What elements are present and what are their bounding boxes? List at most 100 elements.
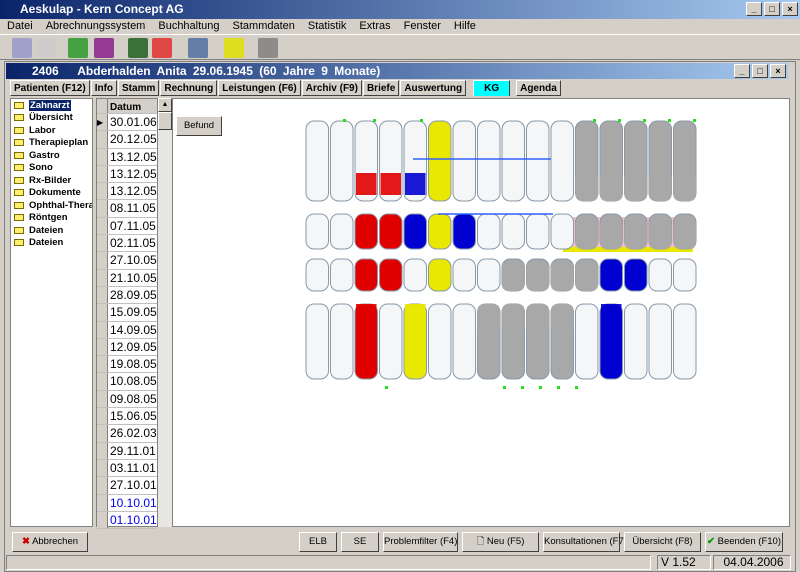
- beenden-button[interactable]: ✔ Beenden (F10): [705, 532, 783, 552]
- cancel-button[interactable]: ✖ Abbrechen: [12, 532, 88, 552]
- tooth-lower[interactable]: [575, 303, 599, 380]
- tree-item[interactable]: Rx-Bilder: [11, 174, 92, 187]
- tooth-upper[interactable]: [452, 120, 476, 202]
- tooth-lower[interactable]: [673, 303, 697, 380]
- scroll-up-button[interactable]: ▲: [158, 98, 172, 112]
- date-row[interactable]: 29.11.01: [97, 442, 157, 460]
- date-row[interactable]: 03.11.01: [97, 459, 157, 478]
- lock-icon[interactable]: [224, 38, 244, 58]
- elb-button[interactable]: ELB: [299, 532, 337, 552]
- menu-fenster[interactable]: Fenster: [397, 19, 447, 34]
- tree-item[interactable]: Zahnarzt: [11, 99, 92, 112]
- date-row[interactable]: 10.10.01: [97, 494, 157, 512]
- tooth-upper[interactable]: [550, 120, 574, 202]
- tooth-lower[interactable]: [452, 303, 476, 380]
- tab-info[interactable]: Info: [90, 80, 118, 96]
- tooth-lower[interactable]: [379, 303, 403, 380]
- minimize-button[interactable]: _: [746, 2, 762, 16]
- tree-item[interactable]: Übersicht: [11, 112, 92, 125]
- tooth-occlusal-lower[interactable]: [452, 258, 476, 292]
- date-scrollbar[interactable]: ▲: [158, 98, 172, 527]
- scroll-thumb[interactable]: [158, 112, 172, 130]
- tab-briefe[interactable]: Briefe: [362, 80, 400, 96]
- tab-archiv[interactable]: Archiv (F9): [301, 80, 362, 96]
- tree-item[interactable]: Dokumente: [11, 187, 92, 200]
- tooth-occlusal-lower[interactable]: [648, 258, 672, 292]
- save-icon[interactable]: [94, 38, 114, 58]
- dental-chart[interactable]: [173, 99, 791, 528]
- tooth-occlusal-upper[interactable]: [501, 213, 525, 250]
- tooth-occlusal-upper[interactable]: [305, 213, 329, 250]
- date-row[interactable]: 13.12.05: [97, 183, 157, 201]
- tooth-occlusal-lower[interactable]: [305, 258, 329, 292]
- close-button[interactable]: ×: [782, 2, 798, 16]
- inner-minimize-button[interactable]: _: [734, 64, 750, 78]
- inner-maximize-button[interactable]: □: [752, 64, 768, 78]
- tooth-occlusal-lower[interactable]: [330, 258, 354, 292]
- menu-extras[interactable]: Extras: [352, 19, 396, 34]
- se-button[interactable]: SE: [341, 532, 379, 552]
- inner-close-button[interactable]: ×: [770, 64, 786, 78]
- tree-item[interactable]: Dateien: [11, 224, 92, 237]
- tooth-upper[interactable]: [305, 120, 329, 202]
- tab-auswertung[interactable]: Auswertung: [400, 80, 467, 96]
- tooth-occlusal-upper[interactable]: [477, 213, 501, 250]
- date-row[interactable]: 15.09.05: [97, 304, 157, 322]
- tooth-occlusal-lower[interactable]: [403, 258, 427, 292]
- tree-item[interactable]: Labor: [11, 124, 92, 137]
- date-row[interactable]: 01.10.01: [97, 511, 157, 530]
- date-row[interactable]: 20.12.05: [97, 131, 157, 149]
- tooth-lower[interactable]: [330, 303, 354, 380]
- date-row[interactable]: ▶ 30.01.06: [97, 114, 157, 132]
- tooth-upper[interactable]: [501, 120, 525, 202]
- date-row[interactable]: 12.09.05: [97, 338, 157, 357]
- tooth-occlusal-upper[interactable]: [550, 213, 574, 250]
- date-header[interactable]: Datum: [97, 99, 157, 114]
- tooth-upper[interactable]: [330, 120, 354, 202]
- tooth-lower[interactable]: [624, 303, 648, 380]
- tooth-occlusal-upper[interactable]: [526, 213, 550, 250]
- tooth-upper[interactable]: [477, 120, 501, 202]
- date-row[interactable]: 10.08.05: [97, 373, 157, 391]
- money-icon[interactable]: [68, 38, 88, 58]
- barcode-icon[interactable]: [258, 38, 278, 58]
- tooth-occlusal-lower[interactable]: [673, 258, 697, 292]
- tab-rechnung[interactable]: Rechnung: [160, 80, 218, 96]
- edit-icon[interactable]: [12, 38, 32, 58]
- konsultationen-button[interactable]: Konsultationen (F7): [543, 532, 627, 552]
- date-row[interactable]: 15.06.05: [97, 408, 157, 426]
- tooth-lower[interactable]: [305, 303, 329, 380]
- tab-patienten[interactable]: Patienten (F12): [10, 80, 90, 96]
- tooth-occlusal-lower[interactable]: [477, 258, 501, 292]
- date-row[interactable]: 07.11.05: [97, 217, 157, 236]
- tree-item[interactable]: Therapieplan: [11, 137, 92, 150]
- tab-kg[interactable]: KG: [473, 80, 511, 96]
- fax-icon[interactable]: [188, 38, 208, 58]
- new-button[interactable]: 🗋 Neu (F5): [462, 532, 539, 552]
- tree-item[interactable]: Ophthal-Thera: [11, 199, 92, 212]
- uebersicht-button[interactable]: Übersicht (F8): [624, 532, 701, 552]
- tree-item[interactable]: Gastro: [11, 149, 92, 162]
- menu-datei[interactable]: Datei: [0, 19, 39, 34]
- date-list[interactable]: Datum ▶ 30.01.06 20.12.05 13.12.05 13.12.05 13…: [96, 98, 158, 530]
- tree-item[interactable]: Röntgen: [11, 212, 92, 225]
- date-row[interactable]: 13.12.05: [97, 148, 157, 166]
- problemfilter-button[interactable]: Problemfilter (F4): [383, 532, 458, 552]
- menu-abrechnungssystem[interactable]: Abrechnungssystem: [39, 19, 152, 34]
- book-icon[interactable]: [128, 38, 148, 58]
- tree-item[interactable]: Sono: [11, 162, 92, 175]
- date-row[interactable]: 27.10.01: [97, 477, 157, 495]
- tab-agenda[interactable]: Agenda: [516, 80, 561, 96]
- menu-statistik[interactable]: Statistik: [301, 19, 353, 34]
- date-row[interactable]: 13.12.05: [97, 165, 157, 184]
- tab-stamm[interactable]: Stamm: [118, 80, 160, 96]
- tab-leistungen[interactable]: Leistungen (F6): [218, 80, 301, 96]
- date-row[interactable]: 21.10.05: [97, 269, 157, 287]
- befund-button[interactable]: Befund: [176, 116, 222, 136]
- copy-icon[interactable]: [36, 38, 56, 58]
- menu-hilfe[interactable]: Hilfe: [447, 19, 482, 34]
- date-row[interactable]: 28.09.05: [97, 286, 157, 305]
- menu-stammdaten[interactable]: Stammdaten: [226, 19, 301, 34]
- chart-icon[interactable]: [152, 38, 172, 58]
- tooth-occlusal-upper[interactable]: [330, 213, 354, 250]
